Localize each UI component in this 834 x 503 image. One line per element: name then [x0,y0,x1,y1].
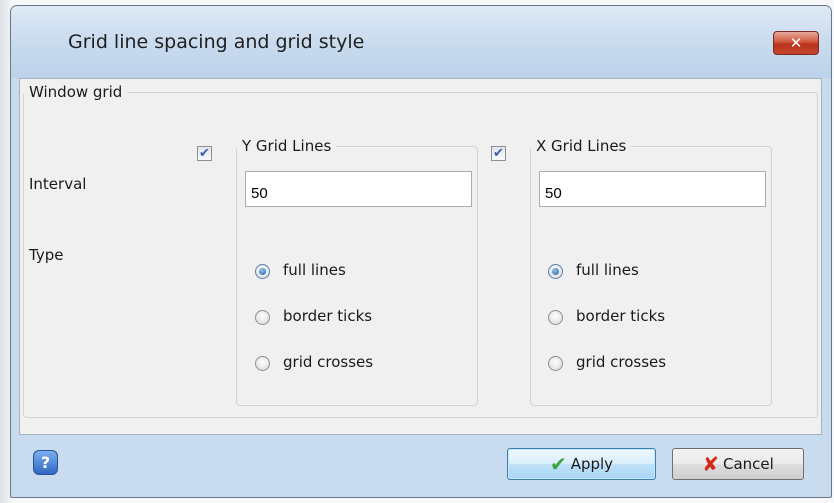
window-grid-group: Window grid Interval Type ✔ Y Grid Lines… [23,83,818,418]
y-radio-border-ticks[interactable] [255,310,270,325]
window-grid-legend: Window grid [29,83,123,101]
close-button[interactable]: ✕ [773,31,819,55]
background-strip [0,0,10,503]
close-icon: ✕ [789,34,803,52]
apply-button[interactable]: ✔ Apply [507,448,656,480]
x-option-full-lines: full lines [576,261,639,279]
cancel-label: Cancel [722,455,774,473]
x-grid-checkbox[interactable]: ✔ [491,146,506,161]
y-radio-grid-crosses[interactable] [255,356,270,371]
x-option-border-ticks: border ticks [576,307,666,325]
dialog-title: Grid line spacing and grid style [68,31,365,53]
help-icon: ? [40,453,51,472]
y-option-grid-crosses: grid crosses [283,353,374,371]
dialog-window: Grid line spacing and grid style ✕ Windo… [10,5,832,498]
title-bar: Grid line spacing and grid style ✕ [11,6,831,78]
type-label: Type [29,246,64,264]
cancel-button[interactable]: ✘ Cancel [672,448,804,480]
x-radio-grid-crosses[interactable] [548,356,563,371]
interval-label: Interval [29,175,87,193]
y-option-full-lines: full lines [283,261,346,279]
x-radio-full-lines[interactable] [548,264,563,279]
y-interval-input[interactable] [245,171,472,207]
y-option-border-ticks: border ticks [283,307,373,325]
dialog-body: Window grid Interval Type ✔ Y Grid Lines… [19,78,822,435]
apply-label: Apply [570,455,614,473]
help-button[interactable]: ? [33,450,58,475]
red-x-icon: ✘ [702,452,719,476]
x-grid-legend: X Grid Lines [536,137,627,155]
y-grid-legend: Y Grid Lines [242,137,332,155]
checkmark-icon: ✔ [549,452,567,476]
y-radio-full-lines[interactable] [255,264,270,279]
y-grid-checkbox[interactable]: ✔ [197,146,212,161]
x-option-grid-crosses: grid crosses [576,353,667,371]
x-radio-border-ticks[interactable] [548,310,563,325]
x-interval-input[interactable] [539,171,766,207]
